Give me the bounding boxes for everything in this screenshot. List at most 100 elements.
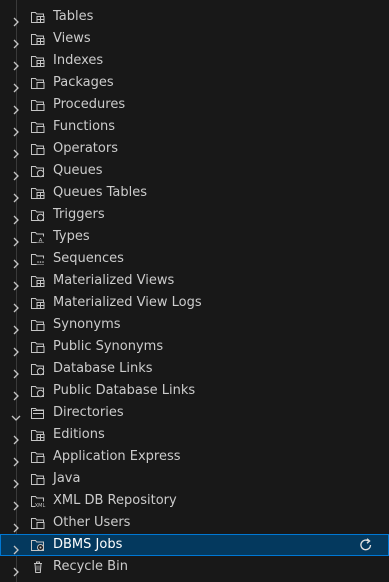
tree-item-label: DBMS Jobs (53, 537, 123, 552)
folder-java-icon (30, 471, 46, 487)
tree-item-java[interactable]: Java (0, 468, 389, 490)
chevron-right-icon[interactable] (11, 56, 21, 71)
folder-queues-icon (30, 163, 46, 179)
tree-item-label: Other Users (53, 515, 131, 530)
folder-triggers-icon (30, 207, 46, 223)
folder-dbms-jobs-icon (30, 537, 46, 553)
tree-item-synonyms[interactable]: Synonyms (0, 314, 389, 336)
folder-indexes-icon (30, 53, 46, 69)
folder-packages-icon (30, 75, 46, 91)
tree-item-label: Materialized Views (53, 273, 175, 288)
folder-xml-db-repository-icon: XML (30, 493, 46, 509)
folder-operators-icon (30, 141, 46, 157)
tree-item-label: Triggers (53, 207, 105, 222)
chevron-right-icon[interactable] (11, 254, 21, 269)
tree-item-label: Views (53, 31, 91, 46)
folder-public-database-links-icon (30, 383, 46, 399)
folder-views-icon (30, 31, 46, 47)
chevron-right-icon[interactable] (11, 12, 21, 27)
tree-item-label: Editions (53, 427, 105, 442)
chevron-right-icon[interactable] (11, 122, 21, 137)
tree-item-label: Queues Tables (53, 185, 148, 200)
tree-item-label: Functions (53, 119, 116, 134)
chevron-right-icon[interactable] (11, 342, 21, 357)
tree-item-label: Procedures (53, 97, 126, 112)
tree-item-other-users[interactable]: Other Users (0, 512, 389, 534)
chevron-right-icon[interactable] (11, 320, 21, 335)
tree-item-tables[interactable]: Tables (0, 6, 389, 28)
chevron-right-icon[interactable] (11, 34, 21, 49)
chevron-right-icon[interactable] (11, 276, 21, 291)
tree-item-label: Recycle Bin (53, 559, 128, 574)
chevron-right-icon[interactable] (11, 232, 21, 247)
chevron-right-icon[interactable] (11, 430, 21, 445)
tree-item-functions[interactable]: Functions (0, 116, 389, 138)
folder-tables-icon (30, 9, 46, 25)
chevron-right-icon[interactable] (11, 562, 21, 577)
chevron-right-icon[interactable] (11, 452, 21, 467)
tree-item-packages[interactable]: Packages (0, 72, 389, 94)
tree-item-types[interactable]: A Types (0, 226, 389, 248)
tree-item-recycle-bin[interactable]: Recycle Bin (0, 556, 389, 578)
folder-materialized-views-icon (30, 273, 46, 289)
chevron-right-icon[interactable] (11, 386, 21, 401)
tree-item-label: Database Links (53, 361, 153, 376)
tree-item-application-express[interactable]: Application Express (0, 446, 389, 468)
chevron-right-icon[interactable] (11, 474, 21, 489)
tree-item-label: XML DB Repository (53, 493, 177, 508)
tree-item-label: Public Database Links (53, 383, 196, 398)
svg-text:XML: XML (35, 503, 46, 509)
tree-item-procedures[interactable]: Procedures (0, 94, 389, 116)
tree-item-label: Synonyms (53, 317, 121, 332)
folder-functions-icon (30, 119, 46, 135)
folder-other-users-icon (30, 515, 46, 531)
chevron-right-icon[interactable] (11, 188, 21, 203)
folder-sequences-icon (30, 251, 46, 267)
chevron-right-icon[interactable] (11, 496, 21, 511)
chevron-right-icon[interactable] (11, 298, 21, 313)
folder-synonyms-icon (30, 317, 46, 333)
tree-item-queues[interactable]: Queues (0, 160, 389, 182)
tree-item-sequences[interactable]: Sequences (0, 248, 389, 270)
folder-editions-icon (30, 427, 46, 443)
tree-item-label: Application Express (53, 449, 181, 464)
chevron-right-icon[interactable] (11, 100, 21, 115)
tree-item-xml-db-repository[interactable]: XML XML DB Repository (0, 490, 389, 512)
tree-item-queues-tables[interactable]: Queues Tables (0, 182, 389, 204)
tree-item-directories[interactable]: Directories (0, 402, 389, 424)
tree-item-operators[interactable]: Operators (0, 138, 389, 160)
tree-item-public-database-links[interactable]: Public Database Links (0, 380, 389, 402)
chevron-right-icon[interactable] (11, 144, 21, 159)
chevron-down-icon[interactable] (11, 408, 21, 421)
tree-item-label: Public Synonyms (53, 339, 164, 354)
tree-item-materialized-view-logs[interactable]: Materialized View Logs (0, 292, 389, 314)
folder-materialized-view-logs-icon (30, 295, 46, 311)
tree-item-dbms-jobs[interactable]: DBMS Jobs (0, 534, 389, 556)
refresh-icon[interactable] (358, 537, 374, 553)
chevron-right-icon[interactable] (11, 166, 21, 181)
chevron-right-icon[interactable] (11, 78, 21, 93)
clipped-parent-row (0, 0, 389, 5)
tree-item-label: Materialized View Logs (53, 295, 202, 310)
chevron-right-icon[interactable] (11, 210, 21, 225)
chevron-right-icon[interactable] (11, 364, 21, 379)
connection-tree: Tables Views Indexes Packages Procedures Func… (0, 0, 389, 582)
tree-item-views[interactable]: Views (0, 28, 389, 50)
chevron-right-icon[interactable] (11, 518, 21, 533)
tree-item-database-links[interactable]: Database Links (0, 358, 389, 380)
tree-item-label: Tables (53, 9, 94, 24)
tree-item-label: Operators (53, 141, 118, 156)
tree-item-editions[interactable]: Editions (0, 424, 389, 446)
folder-database-links-icon (30, 361, 46, 377)
tree-item-indexes[interactable]: Indexes (0, 50, 389, 72)
tree-item-triggers[interactable]: Triggers (0, 204, 389, 226)
tree-item-public-synonyms[interactable]: Public Synonyms (0, 336, 389, 358)
tree-item-label: Directories (53, 405, 124, 420)
folder-public-synonyms-icon (30, 339, 46, 355)
folder-types-icon: A (30, 229, 46, 245)
tree-item-label: Indexes (53, 53, 104, 68)
tree-item-label: Packages (53, 75, 114, 90)
folder-procedures-icon (30, 97, 46, 113)
tree-item-materialized-views[interactable]: Materialized Views (0, 270, 389, 292)
chevron-right-icon[interactable] (11, 540, 21, 555)
